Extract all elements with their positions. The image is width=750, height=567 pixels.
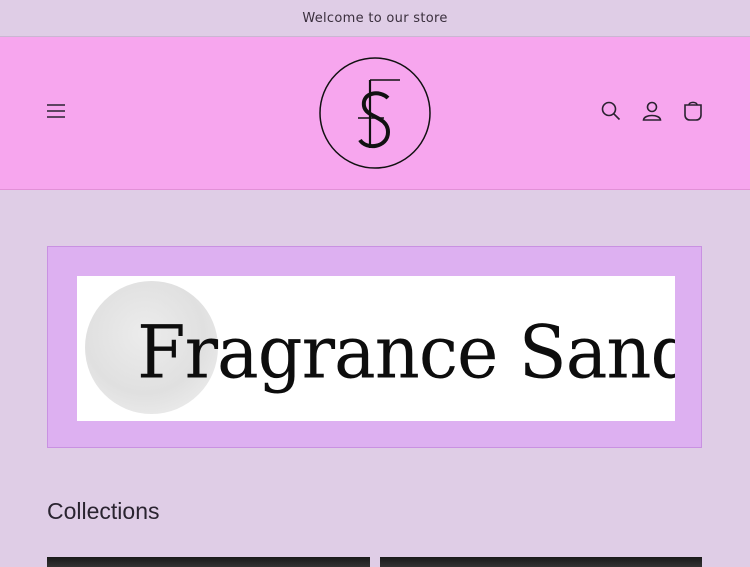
- collection-card[interactable]: [47, 557, 370, 567]
- cart-icon[interactable]: [681, 99, 705, 123]
- search-icon[interactable]: [599, 99, 623, 123]
- collection-card[interactable]: [380, 557, 702, 567]
- site-header: [0, 37, 750, 190]
- announcement-bar: Welcome to our store: [0, 0, 750, 37]
- brand-banner-image: Fragrance Sand: [77, 276, 675, 421]
- announcement-text: Welcome to our store: [302, 10, 448, 26]
- hamburger-menu-icon[interactable]: [44, 99, 68, 123]
- account-icon[interactable]: [640, 99, 664, 123]
- brand-text: Fragrance Sand: [137, 309, 675, 396]
- brand-banner: Fragrance Sand: [47, 246, 702, 448]
- store-logo[interactable]: [318, 56, 432, 170]
- collections-title: Collections: [47, 498, 160, 524]
- fs-monogram-logo: [319, 57, 431, 169]
